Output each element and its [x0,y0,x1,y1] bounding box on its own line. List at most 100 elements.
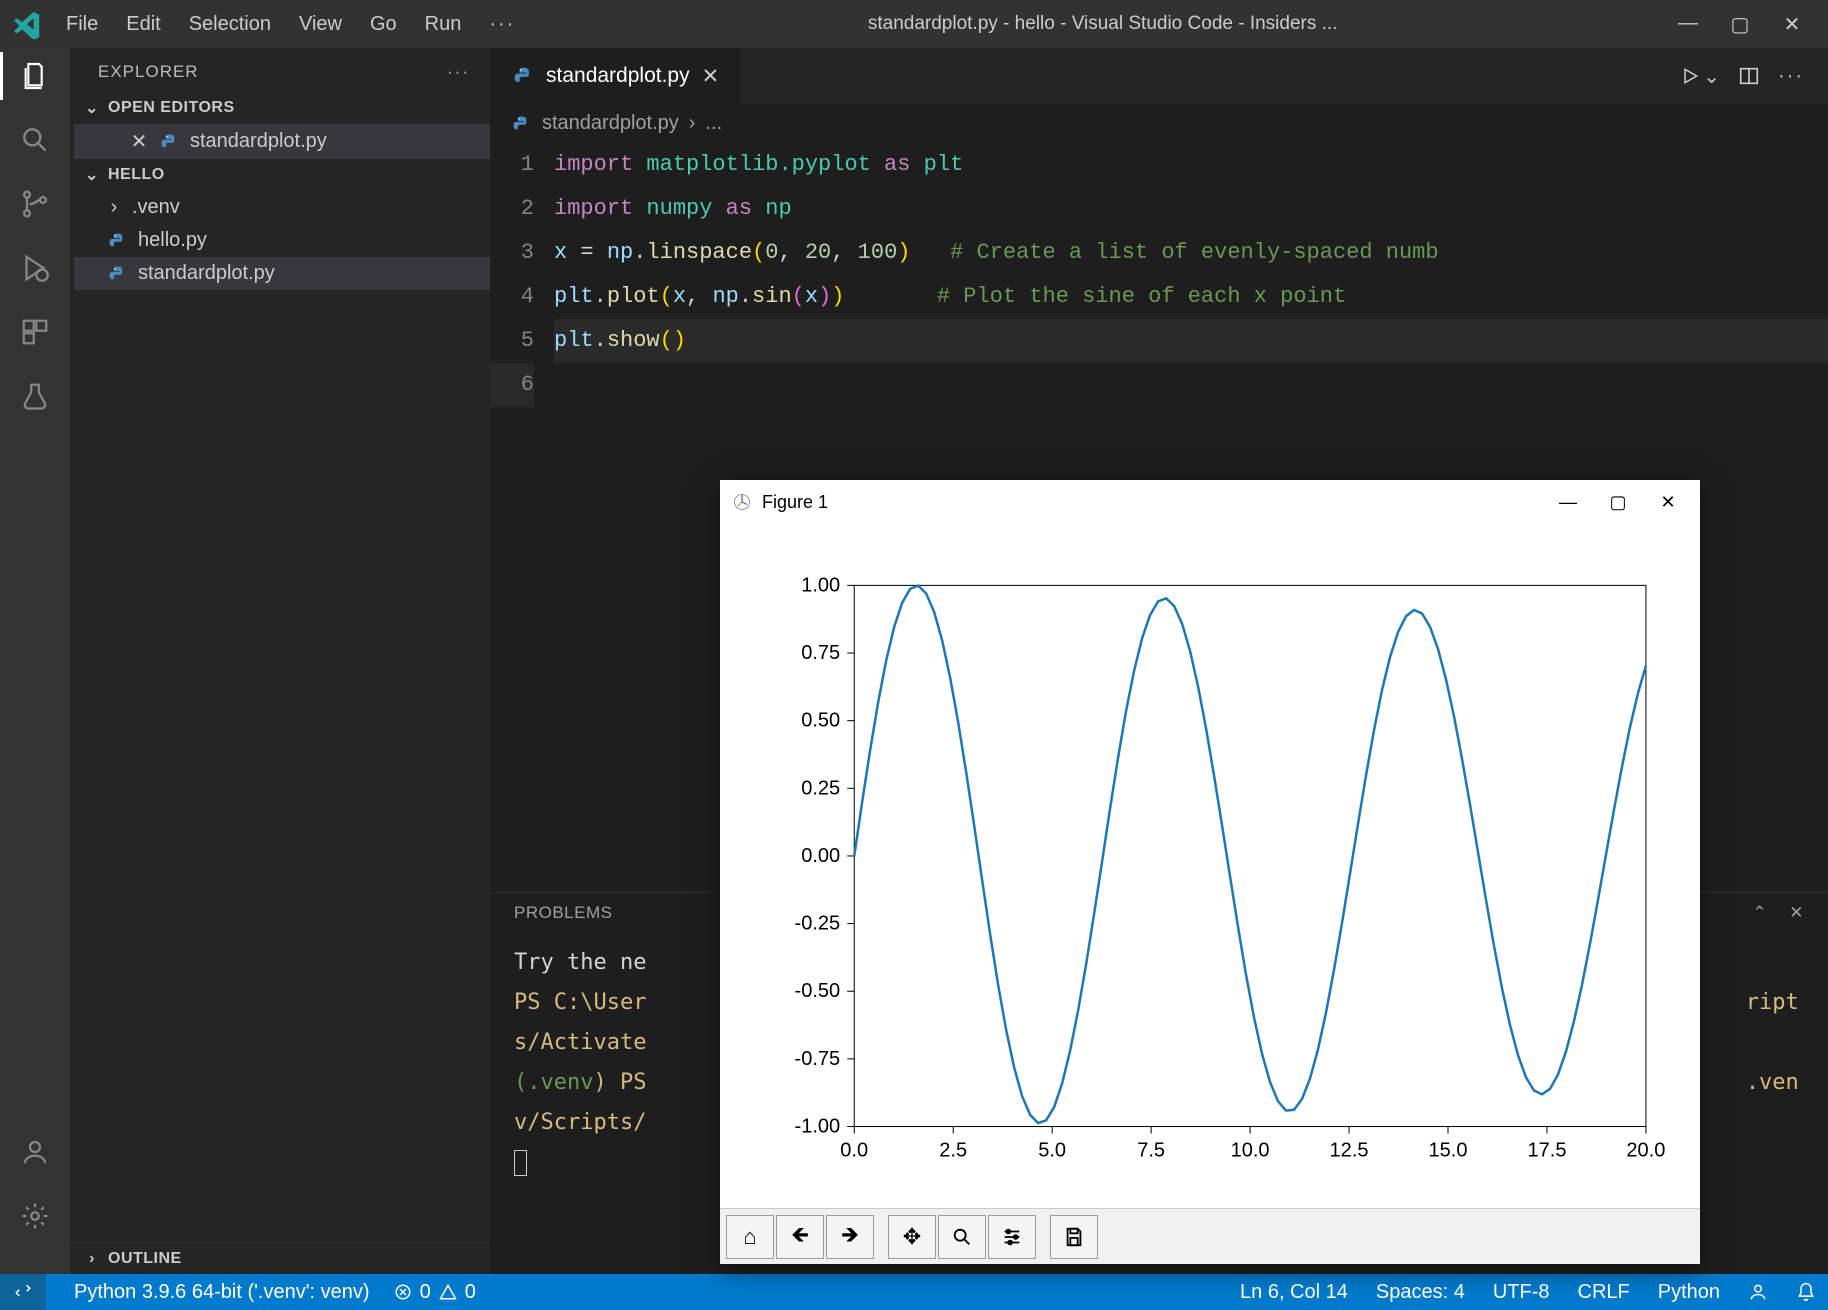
open-editor-label: standardplot.py [190,130,327,153]
section-workspace[interactable]: ⌄ HELLO [70,159,490,191]
menu-run[interactable]: Run [411,7,476,42]
menu-more-icon[interactable]: ··· [475,7,529,42]
tree-file[interactable]: hello.py [74,224,490,257]
remote-indicator[interactable] [0,1274,46,1310]
editor-more-icon[interactable]: ··· [1778,65,1804,88]
editor-tabs: standardplot.py ✕ ⌄ ··· [490,48,1828,104]
svg-text:0.75: 0.75 [801,642,840,664]
run-button[interactable]: ⌄ [1680,64,1720,89]
menu-selection[interactable]: Selection [175,7,285,42]
figure-title: Figure 1 [762,492,828,513]
figure-titlebar[interactable]: Figure 1 — ▢ ✕ [720,480,1700,524]
panel-close-icon[interactable]: ✕ [1789,903,1804,923]
menu-file[interactable]: File [52,7,112,42]
testing-icon[interactable] [17,378,53,414]
svg-text:1.00: 1.00 [801,574,840,596]
chevron-right-icon: › [106,196,122,219]
python-file-icon [158,131,180,153]
toolbar-save-icon[interactable] [1050,1215,1098,1259]
python-file-icon [106,230,128,252]
svg-text:-0.50: -0.50 [795,980,841,1002]
svg-text:-0.75: -0.75 [795,1048,841,1070]
eol[interactable]: CRLF [1578,1281,1630,1304]
python-file-icon [510,113,532,135]
svg-text:7.5: 7.5 [1137,1140,1165,1162]
tree-file[interactable]: standardplot.py [74,257,490,290]
window-maximize-icon[interactable]: ▢ [1728,12,1752,37]
error-count: 0 [420,1281,431,1304]
file-tree: › .venv hello.py standardplot.py [70,191,490,290]
tree-label: .venv [132,196,180,219]
svg-text:10.0: 10.0 [1231,1140,1270,1162]
editor-tab[interactable]: standardplot.py ✕ [490,48,741,104]
panel-maximize-icon[interactable]: ⌃ [1753,903,1768,923]
open-editor-item[interactable]: ✕ standardplot.py [74,124,490,159]
feedback-icon[interactable] [1748,1282,1768,1302]
figure-app-icon [732,492,752,512]
svg-text:0.25: 0.25 [801,777,840,799]
section-label: OPEN EDITORS [108,99,235,117]
section-open-editors[interactable]: ⌄ OPEN EDITORS [70,92,490,124]
svg-text:12.5: 12.5 [1330,1140,1369,1162]
svg-text:2.5: 2.5 [939,1140,967,1162]
accounts-icon[interactable] [17,1134,53,1170]
menu-edit[interactable]: Edit [112,7,174,42]
tree-label: hello.py [138,229,207,252]
run-debug-icon[interactable] [17,250,53,286]
extensions-icon[interactable] [17,314,53,350]
problems-count[interactable]: 0 0 [394,1281,476,1304]
menu-view[interactable]: View [285,7,356,42]
panel-tab-problems[interactable]: PROBLEMS [514,903,612,923]
svg-text:17.5: 17.5 [1527,1140,1566,1162]
chevron-down-icon: ⌄ [84,165,100,185]
section-label: HELLO [108,166,165,184]
matplotlib-figure-window: Figure 1 — ▢ ✕ -1.00-0.75-0.50-0.250.000… [720,480,1700,1264]
window-title: standardplot.py - hello - Visual Studio … [529,13,1676,35]
tab-close-icon[interactable]: ✕ [702,64,720,89]
toolbar-zoom-icon[interactable] [938,1215,986,1259]
python-interpreter[interactable]: Python 3.9.6 64-bit ('.venv': venv) [74,1281,370,1304]
toolbar-configure-icon[interactable] [988,1215,1036,1259]
section-outline[interactable]: › OUTLINE [70,1243,490,1274]
section-label: OUTLINE [108,1250,182,1268]
sidebar-title: EXPLORER [98,62,199,82]
window-minimize-icon[interactable]: — [1676,12,1700,37]
indentation[interactable]: Spaces: 4 [1376,1281,1465,1304]
breadcrumb[interactable]: standardplot.py › ... [490,104,1828,143]
language-mode[interactable]: Python [1658,1281,1720,1304]
notifications-icon[interactable] [1796,1282,1816,1302]
figure-toolbar: ⌂ 🡸 🡺 ✥ [720,1208,1700,1264]
svg-text:5.0: 5.0 [1038,1140,1066,1162]
figure-minimize-icon[interactable]: — [1548,492,1588,513]
activity-bar [0,48,70,1274]
toolbar-home-icon[interactable]: ⌂ [726,1215,774,1259]
svg-text:15.0: 15.0 [1429,1140,1468,1162]
chevron-right-icon: › [689,112,696,135]
status-bar: Python 3.9.6 64-bit ('.venv': venv) 0 0 … [0,1274,1828,1310]
app-menu: File Edit Selection View Go Run ··· [52,7,529,42]
source-control-icon[interactable] [17,186,53,222]
figure-maximize-icon[interactable]: ▢ [1598,492,1638,513]
settings-gear-icon[interactable] [17,1198,53,1234]
svg-text:-1.00: -1.00 [795,1116,841,1138]
toolbar-forward-icon[interactable]: 🡺 [826,1215,874,1259]
svg-text:0.50: 0.50 [801,710,840,732]
close-icon[interactable]: ✕ [130,129,148,154]
cursor-position[interactable]: Ln 6, Col 14 [1240,1281,1348,1304]
menu-go[interactable]: Go [356,7,411,42]
tree-folder[interactable]: › .venv [74,191,490,224]
figure-close-icon[interactable]: ✕ [1648,492,1688,513]
breadcrumb-rest: ... [705,112,722,135]
encoding[interactable]: UTF-8 [1493,1281,1550,1304]
sidebar-more-icon[interactable]: ··· [447,62,470,82]
split-editor-icon[interactable] [1738,65,1760,87]
search-icon[interactable] [17,122,53,158]
window-close-icon[interactable]: ✕ [1780,12,1804,37]
explorer-icon[interactable] [17,58,53,94]
chevron-right-icon: › [84,1250,100,1268]
vscode-logo-icon [12,9,42,39]
toolbar-back-icon[interactable]: 🡸 [776,1215,824,1259]
breadcrumb-file: standardplot.py [542,112,679,135]
chevron-down-icon[interactable]: ⌄ [1703,64,1720,89]
toolbar-pan-icon[interactable]: ✥ [888,1215,936,1259]
